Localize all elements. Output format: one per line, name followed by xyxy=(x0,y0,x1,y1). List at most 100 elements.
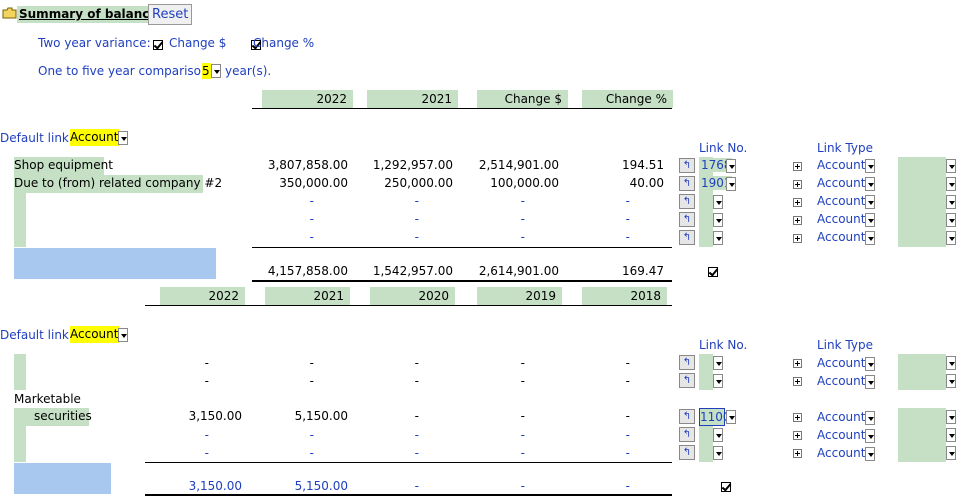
s1-r2-link-type[interactable]: Account xyxy=(817,176,865,190)
s1-label-empty[interactable] xyxy=(14,193,26,247)
s1-r1-link-no-arrow[interactable] xyxy=(726,159,736,173)
s2-r5-link-no-arrow[interactable] xyxy=(713,446,723,460)
s2-default-link-arrow[interactable] xyxy=(118,328,128,342)
s2-total-checkbox[interactable] xyxy=(721,481,732,492)
s2-r1-account-arrow[interactable] xyxy=(946,356,956,370)
s1-header-change-dollar: Change $ xyxy=(477,90,568,108)
s1-total-pct: 169.47 xyxy=(622,264,664,278)
s1-r3-expand-icon[interactable] xyxy=(793,198,802,207)
s1-r4-link-icon[interactable]: ↰ xyxy=(679,212,695,227)
s1-r3-link-no-arrow[interactable] xyxy=(713,195,723,209)
s2-link-no-header: Link No. xyxy=(699,338,748,352)
s2-r3-link-no-arrow[interactable] xyxy=(726,410,736,424)
reset-button[interactable]: Reset xyxy=(148,4,193,25)
s2-r2-link-no-arrow[interactable] xyxy=(713,374,723,388)
years-dropdown-arrow[interactable] xyxy=(211,64,221,78)
s1-r1-account-arrow[interactable] xyxy=(946,159,956,173)
s1-default-link-select[interactable]: Account xyxy=(70,129,120,146)
s1-r5-account-arrow[interactable] xyxy=(946,231,956,245)
s1-r3-pct: - xyxy=(625,194,630,208)
s2-r2-link-icon[interactable]: ↰ xyxy=(679,373,695,388)
s2-r3-link-icon[interactable]: ↰ xyxy=(679,409,695,424)
s1-r4-2022: - xyxy=(309,212,314,226)
s2-r1-c1: - xyxy=(204,356,209,370)
s2-r5-expand-icon[interactable] xyxy=(793,449,802,458)
s1-r5-link-type[interactable]: Account xyxy=(817,230,865,244)
s1-r1-link-icon[interactable]: ↰ xyxy=(679,158,695,173)
s2-r2-c1: - xyxy=(204,374,209,388)
s1-r5-expand-icon[interactable] xyxy=(793,234,802,243)
s2-default-link-select[interactable]: Account xyxy=(70,326,120,343)
s2-r5-link-type[interactable]: Account xyxy=(817,446,865,460)
s2-r1-link-type[interactable]: Account xyxy=(817,356,865,370)
s2-r3-expand-icon[interactable] xyxy=(793,413,802,422)
s1-r5-link-no-arrow[interactable] xyxy=(713,231,723,245)
s1-r1-link-type-arrow[interactable] xyxy=(865,159,875,173)
s1-r5-link-icon[interactable]: ↰ xyxy=(679,230,695,245)
s2-total-label-box xyxy=(14,463,111,494)
s2-r1-expand-icon[interactable] xyxy=(793,359,802,368)
s1-r4-link-type[interactable]: Account xyxy=(817,212,865,226)
s2-r1-link-type-arrow[interactable] xyxy=(865,357,875,371)
s1-r2-link-no-arrow[interactable] xyxy=(726,177,736,191)
s2-r2-link-type-arrow[interactable] xyxy=(865,375,875,389)
s1-r2-link-type-arrow[interactable] xyxy=(865,177,875,191)
s1-r4-link-no-arrow[interactable] xyxy=(713,213,723,227)
s1-header-2021: 2021 xyxy=(367,90,458,108)
s2-r1-link-icon[interactable]: ↰ xyxy=(679,355,695,370)
s1-r1-link-type[interactable]: Account xyxy=(817,158,865,172)
s2-r4-link-icon[interactable]: ↰ xyxy=(679,427,695,442)
s2-r4-link-no-arrow[interactable] xyxy=(713,428,723,442)
s1-header-change-pct: Change % xyxy=(582,90,673,108)
s1-r1-expand-icon[interactable] xyxy=(793,162,802,171)
s2-r5-link-icon[interactable]: ↰ xyxy=(679,445,695,460)
s2-r2-expand-icon[interactable] xyxy=(793,377,802,386)
s2-header-2019: 2019 xyxy=(477,287,562,305)
s2-r2-account-arrow[interactable] xyxy=(946,374,956,388)
s2-r2-link-type[interactable]: Account xyxy=(817,374,865,388)
s2-r3-link-type[interactable]: Account xyxy=(817,410,865,424)
s1-total-checkbox[interactable] xyxy=(707,266,718,277)
s2-r5-account-arrow[interactable] xyxy=(946,446,956,460)
s1-r2-link-icon[interactable]: ↰ xyxy=(679,176,695,191)
s2-r5-c1: - xyxy=(204,446,209,460)
s2-r4-account-arrow[interactable] xyxy=(946,428,956,442)
s1-r2-pct: 40.00 xyxy=(629,176,664,190)
s2-r2-c4: - xyxy=(520,374,525,388)
s1-default-link-arrow[interactable] xyxy=(118,131,128,145)
s1-r4-link-type-arrow[interactable] xyxy=(865,213,875,227)
s2-r3-link-type-arrow[interactable] xyxy=(865,411,875,425)
s2-r3-account-arrow[interactable] xyxy=(946,410,956,424)
s1-r3-chg: - xyxy=(520,194,525,208)
s2-r5-link-type-arrow[interactable] xyxy=(865,447,875,461)
folder-icon[interactable] xyxy=(2,7,17,19)
change-dollar-checkbox[interactable] xyxy=(153,39,163,50)
s1-r3-link-type-arrow[interactable] xyxy=(865,195,875,209)
s2-r3-link-no[interactable]: 1100 xyxy=(699,408,731,426)
s1-r4-expand-icon[interactable] xyxy=(793,216,802,225)
s2-r4-c2: - xyxy=(309,428,314,442)
s1-r5-link-type-arrow[interactable] xyxy=(865,231,875,245)
s2-r4-link-type-arrow[interactable] xyxy=(865,429,875,443)
years-suffix: year(s). xyxy=(225,64,272,78)
s1-r4-account-arrow[interactable] xyxy=(946,213,956,227)
s2-label-text-3b: securities xyxy=(34,409,92,423)
s2-r3-c4: - xyxy=(520,409,525,423)
s1-r3-account-arrow[interactable] xyxy=(946,195,956,209)
s2-label-empty-bottom[interactable] xyxy=(14,426,26,462)
s2-r4-c4: - xyxy=(520,428,525,442)
s2-r1-link-no-arrow[interactable] xyxy=(713,356,723,370)
s2-linkno-column-bottom xyxy=(699,426,713,462)
s2-header-2020: 2020 xyxy=(370,287,455,305)
s1-r2-account-arrow[interactable] xyxy=(946,177,956,191)
s2-r4-link-type[interactable]: Account xyxy=(817,428,865,442)
s1-r3-2022: - xyxy=(309,194,314,208)
s1-r2-expand-icon[interactable] xyxy=(793,180,802,189)
s1-link-type-header: Link Type xyxy=(817,141,873,155)
s2-label-empty-top[interactable] xyxy=(14,354,26,390)
s2-r4-expand-icon[interactable] xyxy=(793,431,802,440)
s2-r4-c5: - xyxy=(625,428,630,442)
s1-r3-link-type[interactable]: Account xyxy=(817,194,865,208)
s1-r3-link-icon[interactable]: ↰ xyxy=(679,194,695,209)
years-select[interactable]: 5 xyxy=(202,63,211,79)
